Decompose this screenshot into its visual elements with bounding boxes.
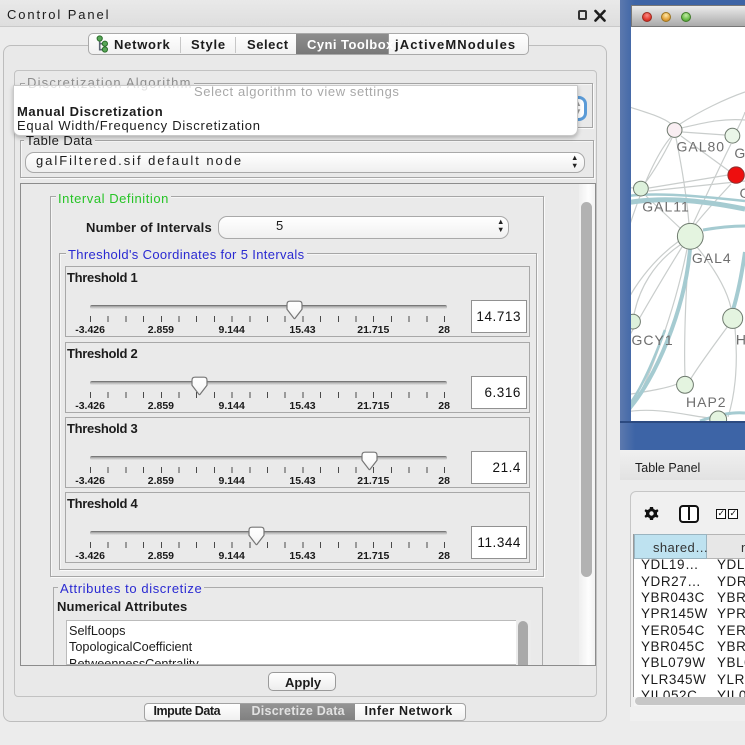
svg-text:GAL80: GAL80	[677, 139, 726, 155]
svg-text:GCY1: GCY1	[632, 332, 674, 348]
svg-text:GAL4: GAL4	[692, 250, 732, 266]
svg-text:GA: GA	[734, 145, 745, 161]
svg-text:H: H	[736, 332, 745, 348]
svg-text:G: G	[740, 185, 745, 201]
svg-text:GAL11: GAL11	[642, 199, 690, 215]
svg-text:HAP2: HAP2	[686, 394, 727, 410]
